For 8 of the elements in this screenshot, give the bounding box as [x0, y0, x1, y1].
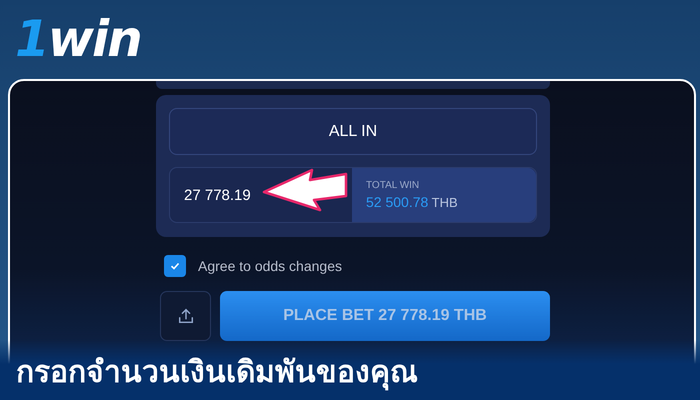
all-in-button[interactable]: ALL IN: [169, 108, 537, 155]
caption: กรอกจำนวนเงินเดิมพันของคุณ: [16, 355, 418, 392]
agree-label: Agree to odds changes: [198, 258, 342, 274]
check-icon: [169, 260, 181, 272]
share-button[interactable]: [160, 291, 211, 341]
agree-checkbox[interactable]: [164, 255, 186, 277]
logo: 1win: [15, 14, 141, 64]
share-icon: [176, 307, 194, 325]
